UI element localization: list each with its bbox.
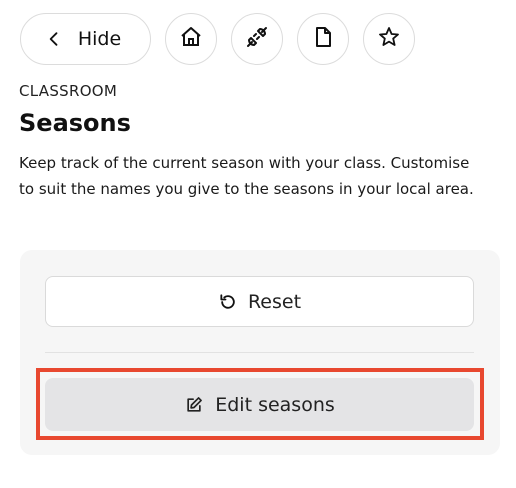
favourite-button[interactable]: [363, 13, 415, 65]
page-description: Keep track of the current season with yo…: [19, 154, 474, 198]
edit-seasons-button[interactable]: Edit seasons: [45, 378, 474, 431]
seasons-page: Hide CLASSROOM Seasons Keep track of the…: [0, 0, 516, 488]
edit-seasons-label: Edit seasons: [215, 393, 335, 416]
hide-button-label: Hide: [77, 28, 122, 50]
integration-button[interactable]: [231, 13, 283, 65]
home-button[interactable]: [165, 13, 217, 65]
star-icon: [377, 25, 401, 53]
reset-button[interactable]: Reset: [45, 276, 474, 327]
plug-icon: [245, 25, 269, 53]
document-button[interactable]: [297, 13, 349, 65]
top-toolbar: Hide: [20, 13, 415, 65]
panel-divider: [45, 352, 474, 353]
section-eyebrow: CLASSROOM: [19, 82, 118, 100]
edit-icon: [184, 395, 204, 415]
reset-button-label: Reset: [247, 290, 302, 313]
hide-button[interactable]: Hide: [20, 13, 151, 65]
chevron-left-icon: [44, 29, 64, 49]
home-icon: [179, 25, 203, 53]
page-title: Seasons: [19, 109, 131, 137]
reset-icon: [218, 292, 238, 312]
document-icon: [311, 25, 335, 53]
